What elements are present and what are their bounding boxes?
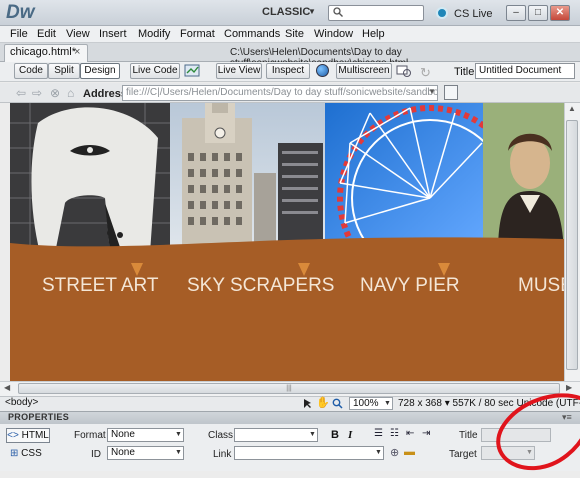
cs-live-button[interactable]: CS Live	[454, 8, 493, 20]
chevron-down-icon[interactable]: ▼	[309, 431, 316, 438]
menu-commands[interactable]: Commands	[224, 28, 280, 40]
folder-icon[interactable]: ▬	[404, 446, 415, 458]
chevron-down-icon[interactable]: ▼	[308, 7, 316, 16]
menu-format[interactable]: Format	[180, 28, 215, 40]
scroll-up-icon[interactable]: ▲	[564, 104, 580, 113]
class-label: Class	[208, 430, 234, 441]
target-label: Target	[449, 449, 477, 460]
format-label: Format	[74, 430, 106, 441]
horizontal-scroll-thumb[interactable]: |||	[18, 383, 560, 394]
unordered-list-icon[interactable]: ☰	[374, 428, 383, 439]
home-icon[interactable]: ⌂	[67, 86, 74, 100]
code-brackets-icon: <>	[7, 430, 19, 441]
zoom-tool-icon[interactable]	[332, 398, 343, 409]
title-field-label: Title	[459, 430, 478, 441]
refresh-icon[interactable]: ↻	[420, 65, 431, 81]
search-icon	[333, 7, 343, 17]
split-view-button[interactable]: Split	[48, 63, 80, 79]
nav-museums[interactable]: MUSE	[518, 275, 564, 297]
outdent-icon[interactable]: ⇤	[406, 428, 414, 439]
menu-edit[interactable]: Edit	[37, 28, 56, 40]
chevron-down-icon[interactable]: ▼	[175, 449, 182, 456]
bold-button[interactable]: B	[331, 429, 339, 441]
stop-icon[interactable]: ⊗	[50, 86, 60, 100]
nav-navy-pier[interactable]: NAVY PIER	[360, 275, 460, 297]
tag-selector[interactable]: <body>	[5, 397, 38, 408]
visual-aids-icon[interactable]	[396, 64, 412, 78]
chevron-down-icon[interactable]: ▼	[384, 400, 391, 407]
chevron-down-icon[interactable]: ▼	[375, 449, 382, 456]
properties-title: PROPERTIES	[8, 412, 70, 422]
document-title-input[interactable]: Untitled Document	[475, 63, 575, 79]
multiscreen-button[interactable]: Multiscreen	[336, 63, 392, 79]
design-canvas[interactable]	[10, 103, 564, 381]
red-circle-annotation	[496, 393, 580, 471]
link-label: Link	[213, 449, 232, 460]
class-select[interactable]	[234, 428, 318, 442]
indent-icon[interactable]: ⇥	[422, 428, 430, 439]
maximize-button[interactable]: □	[528, 5, 548, 21]
italic-button[interactable]: I	[348, 429, 352, 441]
id-label: ID	[91, 449, 101, 460]
css-mode-button[interactable]: ⊞ CSS	[10, 448, 42, 459]
document-tab-label[interactable]: chicago.html*	[10, 46, 76, 58]
menu-help[interactable]: Help	[362, 28, 385, 40]
close-tab-icon[interactable]: ×	[74, 46, 80, 58]
close-button[interactable]: ✕	[550, 5, 570, 21]
ordered-list-icon[interactable]: ☷	[390, 428, 399, 439]
design-view-button[interactable]: Design	[80, 63, 120, 79]
file-management-icon[interactable]	[184, 63, 202, 78]
hand-tool-icon[interactable]: ✋	[316, 396, 330, 409]
format-select[interactable]: None	[107, 428, 184, 442]
menu-file[interactable]: File	[10, 28, 28, 40]
window-dimensions[interactable]: 728 x 368	[398, 398, 442, 409]
back-arrow-icon[interactable]: ⇦	[16, 86, 26, 100]
vertical-scroll-thumb[interactable]	[566, 120, 578, 370]
html-mode-label: HTML	[21, 430, 49, 441]
forward-arrow-icon[interactable]: ⇨	[32, 86, 42, 100]
nav-sky-scrapers[interactable]: SKY SCRAPERS	[187, 275, 334, 297]
workspace-switcher[interactable]: CLASSIC	[262, 6, 310, 18]
status-separator: ▾	[444, 398, 453, 409]
nav-street-art[interactable]: STREET ART	[42, 275, 159, 297]
html-mode-button[interactable]: <> HTML	[6, 428, 50, 443]
link-input[interactable]	[234, 446, 384, 460]
live-code-button[interactable]: Live Code	[130, 63, 180, 79]
menu-modify[interactable]: Modify	[138, 28, 170, 40]
preview-in-browser-icon[interactable]	[316, 64, 329, 77]
address-input[interactable]: file:///C|/Users/Helen/Documents/Day to …	[122, 85, 438, 101]
menu-view[interactable]: View	[66, 28, 90, 40]
menu-insert[interactable]: Insert	[99, 28, 127, 40]
inspect-button[interactable]: Inspect	[266, 63, 310, 79]
app-logo: Dw	[6, 2, 35, 23]
scroll-left-icon[interactable]: ◀	[4, 383, 10, 392]
menu-window[interactable]: Window	[314, 28, 353, 40]
live-view-button[interactable]: Live View	[216, 63, 262, 79]
title-label: Title:	[454, 66, 478, 78]
select-tool-icon[interactable]	[302, 398, 313, 409]
menu-site[interactable]: Site	[285, 28, 304, 40]
chevron-down-icon[interactable]: ▼	[175, 431, 182, 438]
minimize-button[interactable]: –	[506, 5, 526, 21]
browser-navigation-options-icon[interactable]	[444, 85, 458, 100]
cs-live-icon[interactable]	[436, 7, 448, 19]
chevron-down-icon[interactable]: ▼	[428, 87, 436, 96]
code-view-button[interactable]: Code	[14, 63, 48, 79]
point-to-file-icon[interactable]: ⊕	[390, 446, 399, 459]
css-mode-label: CSS	[21, 448, 42, 459]
chicago-banner-image	[10, 103, 564, 381]
css-mode-icon: ⊞	[10, 448, 19, 459]
id-select[interactable]: None	[107, 446, 184, 460]
